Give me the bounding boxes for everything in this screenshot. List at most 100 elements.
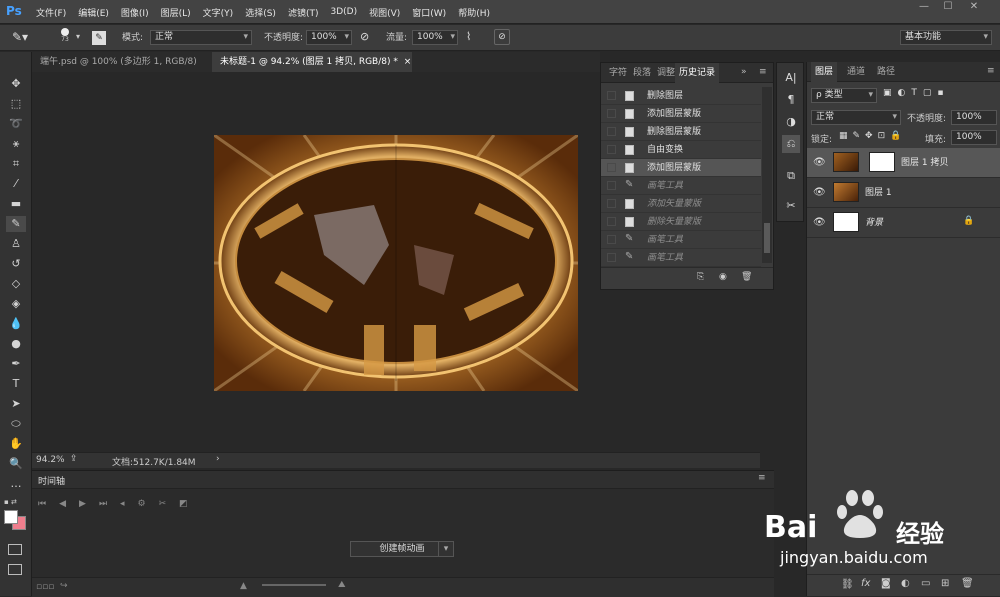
history-source-checkbox[interactable]: [607, 91, 616, 100]
menu-item[interactable]: 文件(F): [36, 6, 66, 19]
history-state[interactable]: 删除图层蒙版: [601, 123, 761, 141]
zoom-tool-icon[interactable]: 🔍: [6, 456, 26, 472]
tool-presets-icon[interactable]: ✂: [782, 197, 800, 215]
blur-tool-icon[interactable]: 💧: [6, 316, 26, 332]
history-state[interactable]: ✎ 画笔工具: [601, 231, 761, 249]
camera-snapshot-icon[interactable]: ◉: [719, 272, 727, 282]
doc-tab-inactive[interactable]: 端午.psd @ 100% (多边形 1, RGB/8) ×: [32, 52, 210, 87]
opacity-field[interactable]: 100% ▾: [306, 30, 352, 45]
move-tool-icon[interactable]: ✥: [6, 76, 26, 92]
flow-field[interactable]: 100% ▾: [412, 30, 458, 45]
workspace-select[interactable]: 基本功能 ▾: [900, 30, 992, 45]
paint-bucket-tool-icon[interactable]: ◈: [6, 296, 26, 312]
layer-row[interactable]: 👁 背景 🔒: [807, 208, 1000, 238]
history-state[interactable]: ✎ 画笔工具: [601, 249, 761, 267]
clone-stamp-tool-icon[interactable]: ♙: [6, 236, 26, 252]
doc-tab-active[interactable]: 未标题-1 @ 94.2% (图层 1 拷贝, RGB/8) * ×: [212, 52, 412, 72]
menu-item[interactable]: 3D(D): [330, 7, 357, 17]
history-source-checkbox[interactable]: [607, 109, 616, 118]
zoom-level[interactable]: 94.2%: [36, 455, 65, 465]
screen-mode-icon[interactable]: [8, 564, 22, 575]
collapse-panel-icon[interactable]: »: [741, 67, 747, 77]
export-icon[interactable]: ⇪: [70, 454, 78, 464]
history-state[interactable]: ✎ 画笔工具: [601, 177, 761, 195]
layer-filter-icons[interactable]: ▣◐T▢▪: [883, 88, 999, 103]
layer-thumbnail[interactable]: [833, 212, 859, 232]
tab-history[interactable]: 历史记录: [675, 63, 720, 83]
panel-menu-icon[interactable]: ≡: [987, 66, 995, 76]
ellipse-tool-icon[interactable]: ⬭: [6, 416, 26, 432]
layer-thumbnail[interactable]: [833, 182, 859, 202]
layer-row[interactable]: 👁 图层 1 拷贝: [807, 148, 1000, 178]
tab-character[interactable]: 字符: [605, 63, 631, 83]
pressure-opacity-icon[interactable]: ⊘: [360, 30, 369, 43]
layer-name[interactable]: 背景: [865, 208, 883, 238]
history-state[interactable]: 添加图层蒙版: [601, 105, 761, 123]
brush-size-picker[interactable]: 73: [56, 28, 74, 46]
history-state[interactable]: 添加图层蒙版: [601, 159, 761, 177]
lock-icons[interactable]: ▦✎✥⊡🔒: [839, 131, 906, 141]
visibility-eye-icon[interactable]: 👁: [813, 217, 826, 228]
history-scrollbar[interactable]: [762, 87, 772, 263]
menu-item[interactable]: 编辑(E): [78, 6, 109, 19]
adjustments-icon[interactable]: ◑: [782, 113, 800, 131]
history-source-checkbox[interactable]: [607, 163, 616, 172]
document-image[interactable]: [214, 135, 578, 391]
dodge-tool-icon[interactable]: ●: [6, 336, 26, 352]
history-state[interactable]: 自由变换: [601, 141, 761, 159]
type-tool-icon[interactable]: T: [6, 376, 26, 392]
panel-menu-icon[interactable]: ≡: [758, 473, 766, 483]
history-state[interactable]: 删除图层: [601, 87, 761, 105]
history-source-checkbox[interactable]: [607, 235, 616, 244]
layer-row[interactable]: 👁 图层 1: [807, 178, 1000, 208]
layer-name[interactable]: 图层 1 拷贝: [901, 148, 948, 178]
render-icon[interactable]: ↪: [60, 581, 68, 591]
history-source-checkbox[interactable]: [607, 181, 616, 190]
status-menu-arrow[interactable]: ›: [216, 454, 220, 464]
minimize-button[interactable]: —: [912, 0, 936, 14]
blend-mode-select[interactable]: 正常 ▾: [811, 110, 901, 125]
tab-paragraph[interactable]: 段落: [629, 63, 655, 83]
character-icon[interactable]: A|: [782, 69, 800, 87]
history-brush-tool-icon[interactable]: ↺: [6, 256, 26, 272]
eyedropper-tool-icon[interactable]: ⁄: [6, 176, 26, 192]
brush-panel-toggle-icon[interactable]: ✎: [92, 31, 106, 45]
panel-menu-icon[interactable]: ≡: [759, 67, 767, 77]
marquee-tool-icon[interactable]: ⬚: [6, 96, 26, 112]
convert-icon[interactable]: ▫▫▫: [36, 582, 54, 592]
timeline-controls[interactable]: ⏮◀▶⏭◂⚙✂◩: [38, 499, 201, 509]
paragraph-icon[interactable]: ¶: [782, 91, 800, 109]
trash-icon[interactable]: 🗑: [741, 272, 752, 282]
zoom-out-icon[interactable]: ▲: [240, 581, 247, 591]
tab-paths[interactable]: 路径: [873, 62, 899, 82]
history-state[interactable]: 删除矢量蒙版: [601, 213, 761, 231]
chevron-down-icon[interactable]: ▾: [438, 541, 454, 557]
pressure-size-icon[interactable]: ⊘: [494, 29, 510, 45]
timeline-zoom-slider[interactable]: [262, 584, 326, 586]
menu-item[interactable]: 帮助(H): [458, 6, 490, 19]
menu-item[interactable]: 窗口(W): [412, 6, 446, 19]
magic-wand-tool-icon[interactable]: ⚹: [6, 136, 26, 152]
maximize-button[interactable]: ☐: [936, 0, 960, 14]
history-source-checkbox[interactable]: [607, 145, 616, 154]
history-source-checkbox[interactable]: [607, 217, 616, 226]
chevron-down-icon[interactable]: ▾: [76, 32, 80, 41]
hand-tool-icon[interactable]: ✋: [6, 436, 26, 452]
layer-opacity-field[interactable]: 100%: [951, 110, 997, 125]
close-button[interactable]: ✕: [962, 0, 986, 14]
brush-tool-preset-icon[interactable]: ✎▾: [12, 30, 38, 46]
layer-name[interactable]: 图层 1: [865, 178, 892, 208]
history-state[interactable]: 添加矢量蒙版: [601, 195, 761, 213]
layer-thumbnail[interactable]: [833, 152, 859, 172]
visibility-eye-icon[interactable]: 👁: [813, 187, 826, 198]
history-source-checkbox[interactable]: [607, 127, 616, 136]
history-source-checkbox[interactable]: [607, 199, 616, 208]
quick-mask-icon[interactable]: [8, 544, 22, 555]
mode-select[interactable]: 正常 ▾: [150, 30, 252, 45]
layer-mask-thumbnail[interactable]: [869, 152, 895, 172]
history-source-checkbox[interactable]: [607, 253, 616, 262]
menu-item[interactable]: 图层(L): [161, 6, 191, 19]
menu-item[interactable]: 图像(I): [121, 6, 149, 19]
crop-tool-icon[interactable]: ⌗: [6, 156, 26, 172]
new-document-from-state-icon[interactable]: ⎘: [697, 272, 704, 282]
